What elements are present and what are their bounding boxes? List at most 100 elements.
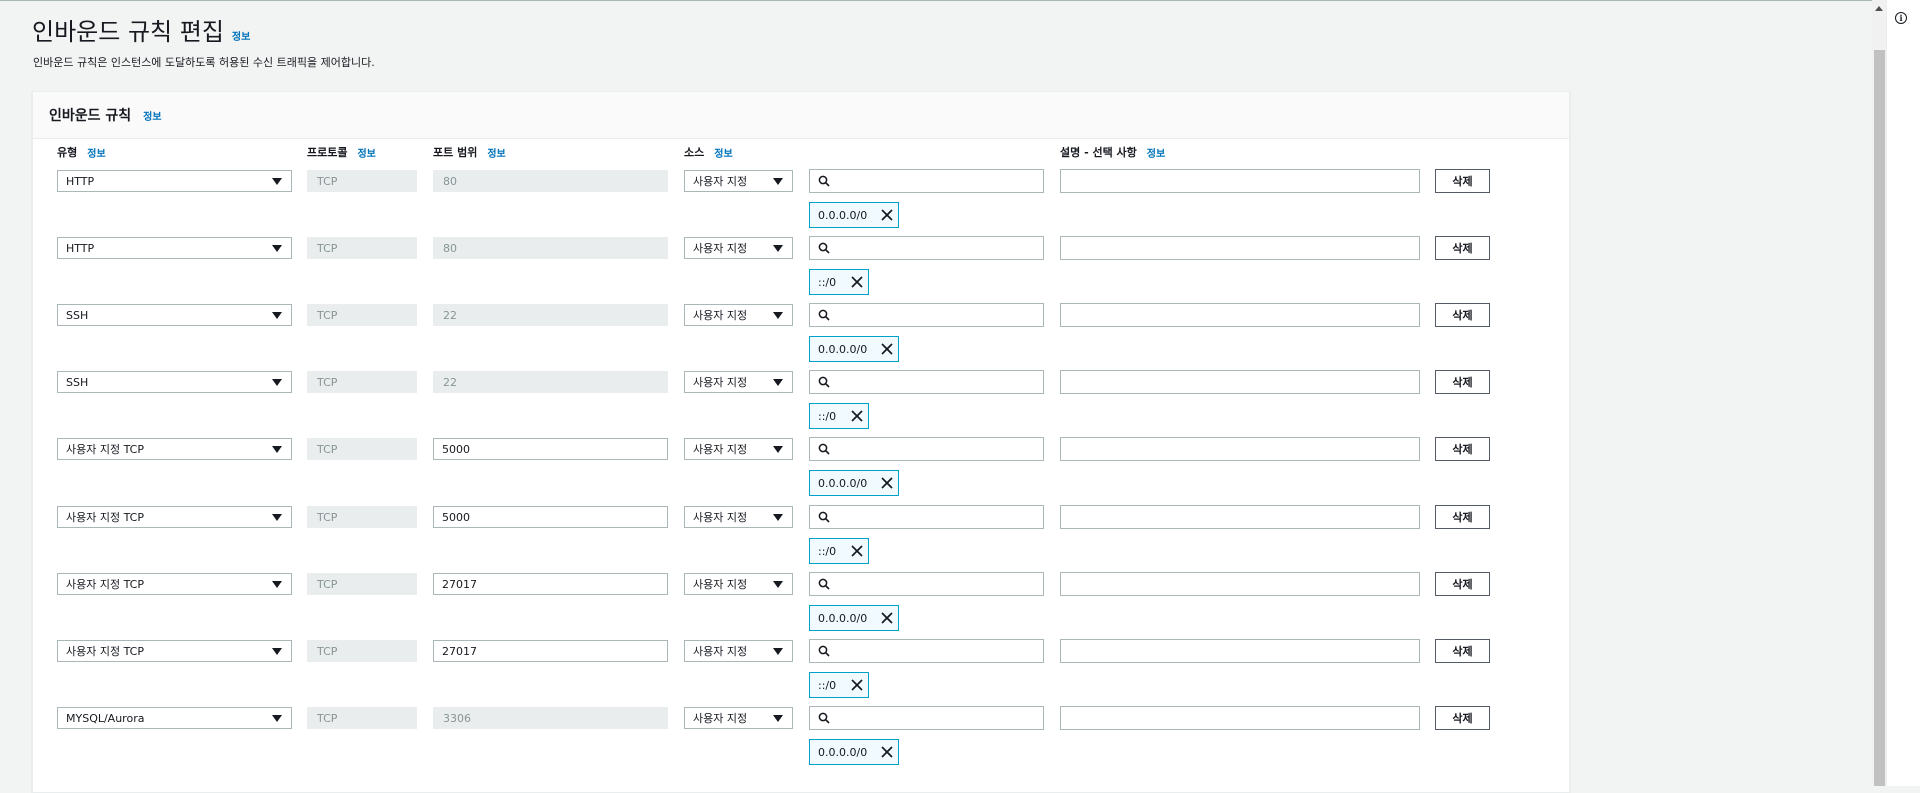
rule-row: MYSQL/Aurora TCP 3306 사용자 지정 삭제 0.0.0.0/0 — [33, 706, 1569, 774]
caret-down-icon — [773, 379, 783, 386]
source-cidr-search-input[interactable] — [809, 437, 1044, 461]
type-select[interactable]: 사용자 지정 TCP — [57, 438, 292, 460]
source-type-value: 사용자 지정 — [693, 578, 748, 591]
source-type-select[interactable]: 사용자 지정 — [684, 304, 793, 326]
source-cidr-search-input[interactable] — [809, 572, 1044, 596]
type-select[interactable]: 사용자 지정 TCP — [57, 640, 292, 662]
source-type-select[interactable]: 사용자 지정 — [684, 707, 793, 729]
close-icon[interactable] — [880, 611, 894, 628]
rule-row: 사용자 지정 TCP TCP 5000 사용자 지정 삭제::/0 — [33, 505, 1569, 573]
type-select[interactable]: HTTP — [57, 170, 292, 192]
caret-down-icon — [272, 648, 282, 655]
delete-rule-button[interactable]: 삭제 — [1435, 169, 1490, 193]
source-cidr-search-input[interactable] — [809, 639, 1044, 663]
description-input[interactable] — [1060, 572, 1420, 596]
source-type-value: 사용자 지정 — [693, 443, 748, 456]
close-icon[interactable] — [850, 544, 864, 561]
column-label-type: 유형 — [57, 146, 78, 159]
close-icon[interactable] — [850, 678, 864, 695]
delete-rule-button[interactable]: 삭제 — [1435, 437, 1490, 461]
delete-rule-button[interactable]: 삭제 — [1435, 370, 1490, 394]
type-info-link[interactable]: 정보 — [87, 145, 105, 160]
panel-header: 인바운드 규칙 정보 — [33, 92, 1569, 139]
delete-rule-button[interactable]: 삭제 — [1435, 236, 1490, 260]
description-input[interactable] — [1060, 639, 1420, 663]
cidr-token-label: ::/0 — [818, 409, 837, 423]
scrollbar-thumb[interactable] — [1874, 50, 1885, 786]
delete-rule-button[interactable]: 삭제 — [1435, 303, 1490, 327]
close-icon[interactable] — [850, 409, 864, 426]
source-cidr-search-input[interactable] — [809, 236, 1044, 260]
delete-rule-button[interactable]: 삭제 — [1435, 639, 1490, 663]
source-cidr-search-input[interactable] — [809, 706, 1044, 730]
source-info-link[interactable]: 정보 — [714, 145, 732, 160]
delete-rule-button[interactable]: 삭제 — [1435, 505, 1490, 529]
type-select-value: HTTP — [66, 241, 95, 255]
type-select[interactable]: SSH — [57, 371, 292, 393]
delete-rule-button[interactable]: 삭제 — [1435, 572, 1490, 596]
caret-down-icon — [272, 178, 282, 185]
source-type-select[interactable]: 사용자 지정 — [684, 237, 793, 259]
protocol-field: TCP — [307, 304, 417, 326]
port-range-info-link[interactable]: 정보 — [487, 145, 505, 160]
page-info-link[interactable]: 정보 — [232, 32, 250, 43]
scroll-up-arrow-icon[interactable] — [1875, 6, 1883, 11]
description-input[interactable] — [1060, 236, 1420, 260]
close-icon[interactable] — [880, 476, 894, 493]
cidr-token-label: 0.0.0.0/0 — [818, 476, 868, 490]
delete-rule-button[interactable]: 삭제 — [1435, 706, 1490, 730]
source-cidr-search-input[interactable] — [809, 303, 1044, 327]
source-cidr-search-input[interactable] — [809, 169, 1044, 193]
column-header-port-range: 포트 범위 정보 — [433, 144, 506, 160]
source-type-value: 사용자 지정 — [693, 376, 748, 389]
right-utility-panel: i — [1886, 0, 1920, 786]
rule-row: SSH TCP 22 사용자 지정 삭제 0.0.0.0/0 — [33, 303, 1569, 371]
type-select[interactable]: 사용자 지정 TCP — [57, 573, 292, 595]
description-input[interactable] — [1060, 437, 1420, 461]
close-icon[interactable] — [880, 342, 894, 359]
port-range-input[interactable]: 27017 — [433, 573, 668, 595]
type-select[interactable]: 사용자 지정 TCP — [57, 506, 292, 528]
vertical-scrollbar[interactable] — [1872, 0, 1886, 786]
port-range-input[interactable]: 5000 — [433, 438, 668, 460]
type-select[interactable]: MYSQL/Aurora — [57, 707, 292, 729]
source-cidr-search-input[interactable] — [809, 505, 1044, 529]
protocol-field: TCP — [307, 237, 417, 259]
protocol-field: TCP — [307, 707, 417, 729]
type-select-value: 사용자 지정 TCP — [66, 443, 144, 456]
close-icon[interactable] — [880, 745, 894, 762]
port-range-input[interactable]: 27017 — [433, 640, 668, 662]
source-type-select[interactable]: 사용자 지정 — [684, 506, 793, 528]
caret-down-icon — [773, 446, 783, 453]
source-cidr-search-input[interactable] — [809, 370, 1044, 394]
protocol-field: TCP — [307, 573, 417, 595]
source-type-select[interactable]: 사용자 지정 — [684, 573, 793, 595]
source-type-select[interactable]: 사용자 지정 — [684, 170, 793, 192]
close-icon[interactable] — [880, 208, 894, 225]
source-type-value: 사용자 지정 — [693, 309, 748, 322]
description-input[interactable] — [1060, 505, 1420, 529]
type-select[interactable]: SSH — [57, 304, 292, 326]
protocol-field: TCP — [307, 640, 417, 662]
column-label-port-range: 포트 범위 — [433, 146, 478, 159]
port-range-field: 22 — [433, 371, 668, 393]
rule-row: SSH TCP 22 사용자 지정 삭제::/0 — [33, 370, 1569, 438]
column-label-description: 설명 - 선택 사항 — [1060, 146, 1137, 159]
panel-info-link[interactable]: 정보 — [143, 108, 161, 123]
port-range-input[interactable]: 5000 — [433, 506, 668, 528]
source-type-select[interactable]: 사용자 지정 — [684, 640, 793, 662]
type-select[interactable]: HTTP — [57, 237, 292, 259]
description-info-link[interactable]: 정보 — [1147, 145, 1165, 160]
description-input[interactable] — [1060, 169, 1420, 193]
description-input[interactable] — [1060, 303, 1420, 327]
description-input[interactable] — [1060, 370, 1420, 394]
protocol-info-link[interactable]: 정보 — [357, 145, 375, 160]
protocol-field: TCP — [307, 170, 417, 192]
description-input[interactable] — [1060, 706, 1420, 730]
source-type-value: 사용자 지정 — [693, 511, 748, 524]
source-type-select[interactable]: 사용자 지정 — [684, 438, 793, 460]
info-icon[interactable]: i — [1895, 12, 1907, 24]
close-icon[interactable] — [850, 275, 864, 292]
source-type-select[interactable]: 사용자 지정 — [684, 371, 793, 393]
caret-down-icon — [773, 312, 783, 319]
